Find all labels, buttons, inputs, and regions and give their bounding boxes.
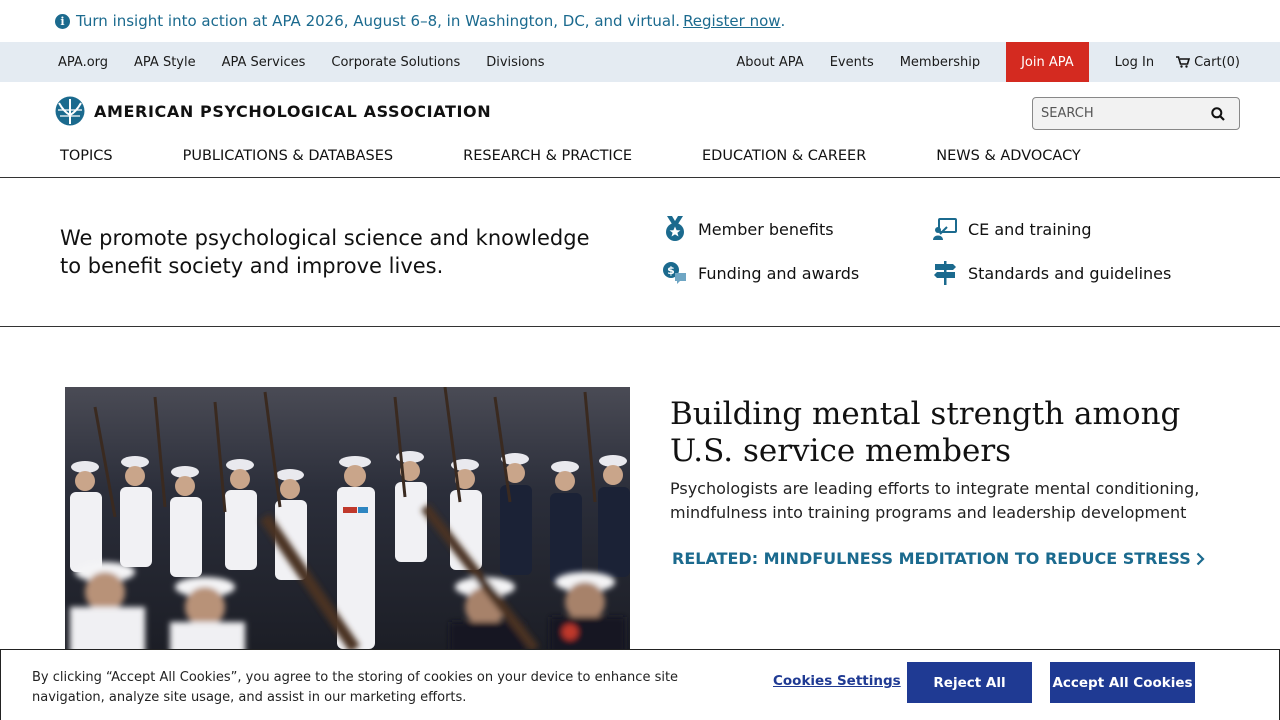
alert-trailing: . bbox=[780, 12, 786, 30]
apa-logo[interactable]: AMERICAN PSYCHOLOGICAL ASSOCIATION bbox=[55, 96, 491, 126]
alert-message: Turn insight into action at APA 2026, Au… bbox=[76, 12, 681, 30]
about-apa-link[interactable]: About APA bbox=[736, 55, 803, 70]
cart-link[interactable]: Cart(0) bbox=[1176, 55, 1240, 70]
utility-nav-right: About APA Events Membership Join APA Log… bbox=[710, 42, 1240, 82]
money-chat-icon: $ bbox=[662, 260, 688, 286]
chevron-right-icon bbox=[1196, 552, 1205, 565]
alert-bar: i Turn insight into action at APA 2026, … bbox=[0, 0, 1280, 42]
nav-topics[interactable]: TOPICS bbox=[60, 148, 113, 164]
utility-nav: APA.org APA Style APA Services Corporate… bbox=[0, 42, 1280, 82]
cart-icon bbox=[1176, 56, 1191, 68]
search-icon bbox=[1211, 106, 1225, 121]
alert-content: i Turn insight into action at APA 2026, … bbox=[55, 10, 785, 32]
site-header: AMERICAN PSYCHOLOGICAL ASSOCIATION TOPIC… bbox=[0, 82, 1280, 178]
search-input[interactable] bbox=[1033, 98, 1203, 129]
signpost-icon bbox=[932, 260, 958, 286]
utility-nav-left: APA.org APA Style APA Services Corporate… bbox=[58, 42, 571, 82]
member-benefits-link[interactable]: Member benefits bbox=[662, 216, 834, 242]
service-members-photo bbox=[65, 387, 630, 649]
ce-training-label: CE and training bbox=[968, 219, 1092, 239]
cookie-banner: By clicking “Accept All Cookies”, you ag… bbox=[0, 649, 1280, 720]
cookies-settings-link[interactable]: Cookies Settings bbox=[773, 673, 901, 689]
nav-education-career[interactable]: EDUCATION & CAREER bbox=[702, 148, 866, 164]
info-icon: i bbox=[55, 13, 70, 29]
funding-awards-link[interactable]: $ Funding and awards bbox=[662, 260, 859, 286]
standards-guidelines-link[interactable]: Standards and guidelines bbox=[932, 260, 1171, 286]
membership-link[interactable]: Membership bbox=[900, 55, 980, 70]
ce-training-link[interactable]: CE and training bbox=[932, 216, 1092, 242]
join-apa-button[interactable]: Join APA bbox=[1006, 42, 1089, 82]
mission-band: We promote psychological science and kno… bbox=[0, 178, 1280, 327]
login-link[interactable]: Log In bbox=[1115, 55, 1154, 70]
reject-all-button[interactable]: Reject All bbox=[907, 662, 1032, 703]
member-benefits-label: Member benefits bbox=[698, 219, 834, 239]
logo-text: AMERICAN PSYCHOLOGICAL ASSOCIATION bbox=[94, 101, 492, 121]
util-link-divisions[interactable]: Divisions bbox=[486, 55, 544, 70]
main-nav: TOPICS PUBLICATIONS & DATABASES RESEARCH… bbox=[60, 144, 1151, 168]
cookie-notice-text: By clicking “Accept All Cookies”, you ag… bbox=[32, 670, 679, 705]
svg-text:$: $ bbox=[667, 264, 675, 277]
feature-title[interactable]: Building mental strength among U.S. serv… bbox=[670, 396, 1230, 470]
cart-label: Cart(0) bbox=[1194, 54, 1240, 70]
feature-description: Psychologists are leading efforts to int… bbox=[670, 479, 1200, 522]
util-link-apa-org[interactable]: APA.org bbox=[58, 55, 108, 70]
standards-guidelines-label: Standards and guidelines bbox=[968, 263, 1172, 283]
mission-statement: We promote psychological science and kno… bbox=[60, 226, 590, 278]
nav-publications-databases[interactable]: PUBLICATIONS & DATABASES bbox=[183, 148, 394, 164]
search-button[interactable] bbox=[1203, 99, 1233, 129]
util-link-apa-services[interactable]: APA Services bbox=[222, 55, 306, 70]
register-now-link[interactable]: Register now bbox=[683, 12, 780, 30]
presentation-icon bbox=[932, 216, 958, 242]
medal-icon bbox=[662, 216, 688, 242]
apa-logo-icon bbox=[55, 96, 85, 126]
accept-all-cookies-button[interactable]: Accept All Cookies bbox=[1050, 662, 1195, 703]
feature-image[interactable] bbox=[65, 387, 630, 649]
events-link[interactable]: Events bbox=[830, 55, 874, 70]
nav-news-advocacy[interactable]: NEWS & ADVOCACY bbox=[936, 148, 1081, 164]
related-article-link[interactable]: RELATED: MINDFULNESS MEDITATION TO REDUC… bbox=[672, 549, 1205, 568]
related-article-label: RELATED: MINDFULNESS MEDITATION TO REDUC… bbox=[672, 549, 1191, 568]
util-link-apa-style[interactable]: APA Style bbox=[134, 55, 196, 70]
util-link-corporate-solutions[interactable]: Corporate Solutions bbox=[331, 55, 460, 70]
funding-awards-label: Funding and awards bbox=[698, 263, 860, 283]
nav-research-practice[interactable]: RESEARCH & PRACTICE bbox=[463, 148, 632, 164]
search-box bbox=[1032, 97, 1240, 130]
